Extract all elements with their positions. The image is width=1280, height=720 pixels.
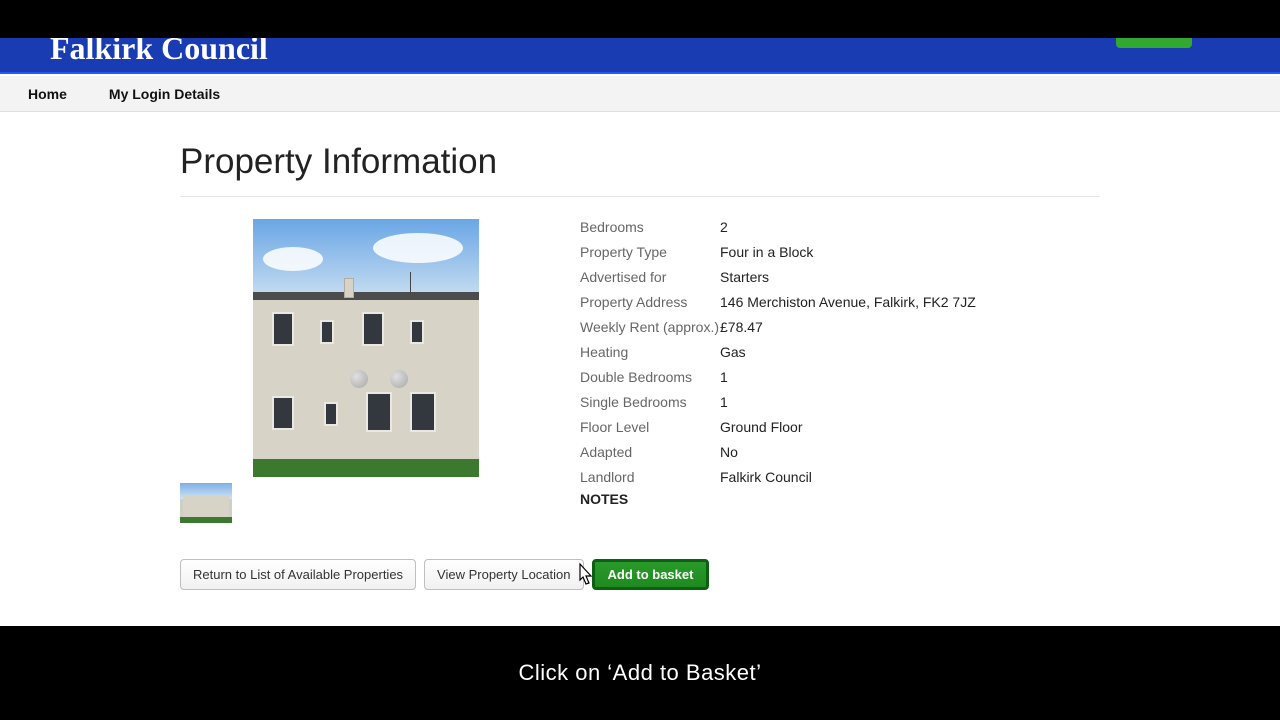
adapted-value: No [720,444,1100,460]
single-bedrooms-value: 1 [720,394,1100,410]
single-bedrooms-label: Single Bedrooms [580,394,720,410]
details-table: Bedrooms 2 Property Type Four in a Block… [580,219,1100,485]
property-address-label: Property Address [580,294,720,310]
property-photo-main[interactable] [253,219,479,477]
heating-value: Gas [720,344,1100,360]
advertised-for-value: Starters [720,269,1100,285]
letterbox-bottom: Click on ‘Add to Basket’ [0,626,1280,720]
nav-bar: Home My Login Details [0,76,1280,112]
content-area: Property Information [0,112,1280,626]
title-divider [180,196,1100,197]
landlord-value: Falkirk Council [720,469,1100,485]
double-bedrooms-label: Double Bedrooms [580,369,720,385]
add-to-basket-button[interactable]: Add to basket [592,559,710,590]
bedrooms-label: Bedrooms [580,219,720,235]
bedrooms-value: 2 [720,219,1100,235]
page-title: Property Information [180,142,1280,182]
notes-heading: NOTES [580,491,1280,507]
property-type-value: Four in a Block [720,244,1100,260]
advertised-for-label: Advertised for [580,269,720,285]
header-green-button[interactable] [1116,38,1192,48]
letterbox-top [0,0,1280,38]
weekly-rent-label: Weekly Rent (approx.) [580,319,720,335]
instruction-caption: Click on ‘Add to Basket’ [518,660,761,686]
property-address-value: 146 Merchiston Avenue, Falkirk, FK2 7JZ [720,294,1100,310]
image-column [180,219,480,523]
property-type-label: Property Type [580,244,720,260]
return-to-list-button[interactable]: Return to List of Available Properties [180,559,416,590]
view-property-location-button[interactable]: View Property Location [424,559,583,590]
nav-my-login-details[interactable]: My Login Details [109,86,220,102]
landlord-label: Landlord [580,469,720,485]
action-button-row: Return to List of Available Properties V… [180,559,1280,590]
property-photo-thumbnail[interactable] [180,483,232,523]
adapted-label: Adapted [580,444,720,460]
weekly-rent-value: £78.47 [720,319,1100,335]
floor-level-label: Floor Level [580,419,720,435]
nav-home[interactable]: Home [28,86,67,102]
header-bar: Falkirk Council [0,38,1280,74]
details-column: Bedrooms 2 Property Type Four in a Block… [580,219,1280,523]
floor-level-value: Ground Floor [720,419,1100,435]
heating-label: Heating [580,344,720,360]
brand-logo-text: Falkirk Council [50,38,268,64]
double-bedrooms-value: 1 [720,369,1100,385]
